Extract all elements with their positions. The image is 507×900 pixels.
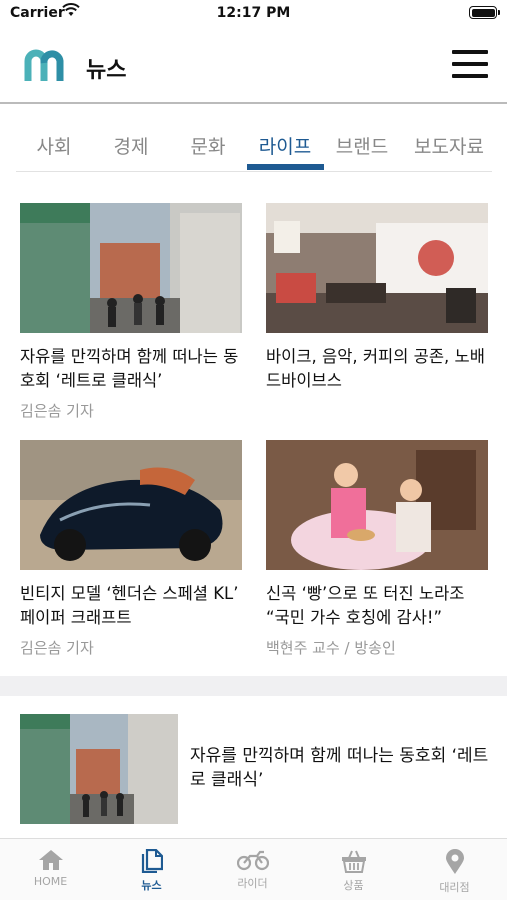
article-thumbnail [20,714,178,824]
tab-economy[interactable]: 경제 [93,132,169,159]
category-tabs: 사회 경제 문화 라이프 브랜드 보도자료 [16,120,492,172]
active-tab-indicator [247,164,324,170]
app-header: 뉴스 [0,30,507,104]
article-thumbnail [20,203,242,333]
section-divider [0,676,507,696]
nav-label: 뉴스 [141,879,162,892]
article-thumbnail [266,440,488,570]
article-title: 신곡 ‘빵’으로 또 터진 노라조 “국민 가수 호칭에 감사!” [266,584,465,627]
hamburger-menu-icon[interactable] [450,45,490,83]
tab-life[interactable]: 라이프 [247,132,323,159]
nav-dealers[interactable]: 대리점 [404,839,505,900]
nav-label: 상품 [343,879,364,892]
status-bar: Carrier 12:17 PM [0,0,507,30]
article-byline: 김은솜 기자 [20,402,94,420]
nav-home[interactable]: HOME [0,839,101,900]
article-card[interactable]: 자유를 만끽하며 함께 떠나는 동호회 ‘레트로 클래식’ 김은솜 기자 [20,203,242,421]
article-card[interactable]: 바이크, 음악, 커피의 공존, 노배드바이브스 [266,203,488,393]
bottom-navigation: HOME 뉴스 라이더 상품 대리점 [0,838,507,900]
nav-label: 대리점 [439,881,470,894]
tab-society[interactable]: 사회 [16,132,92,159]
nav-rider[interactable]: 라이더 [202,839,303,900]
list-item[interactable]: 자유를 만끽하며 함께 떠나는 동호회 ‘레트로 클래식’ [20,714,492,824]
tab-culture[interactable]: 문화 [170,132,246,159]
nav-label: 라이더 [237,877,268,890]
article-thumbnail [266,203,488,333]
article-byline: 백현주 교수 / 방송인 [266,639,396,657]
tab-brand[interactable]: 브랜드 [324,132,400,159]
article-title: 자유를 만끽하며 함께 떠나는 동호회 ‘레트로 클래식’ [190,746,489,790]
page-title: 뉴스 [86,58,127,83]
nav-label: HOME [33,875,68,888]
m-logo-icon[interactable] [24,49,70,83]
clock: 12:17 PM [216,5,291,21]
nav-news[interactable]: 뉴스 [101,839,202,900]
nav-products[interactable]: 상품 [303,839,404,900]
article-title: 빈티지 모델 ‘헨더슨 스페셜 KL’ 페이퍼 크래프트 [20,584,239,627]
article-card[interactable]: 신곡 ‘빵’으로 또 터진 노라조 “국민 가수 호칭에 감사!” 백현주 교수… [266,440,488,658]
tab-press-release[interactable]: 보도자료 [404,132,494,159]
article-title: 자유를 만끽하며 함께 떠나는 동호회 ‘레트로 클래식’ [20,347,239,390]
article-thumbnail [20,440,242,570]
motorcycle-icon [236,850,269,871]
home-icon [38,850,63,870]
news-icon [141,849,163,873]
article-byline: 김은솜 기자 [20,639,94,657]
article-title: 바이크, 음악, 커피의 공존, 노배드바이브스 [266,347,485,390]
shopping-basket-icon [341,850,366,873]
battery-icon [469,6,500,19]
location-pin-icon [445,849,464,874]
article-card[interactable]: 빈티지 모델 ‘헨더슨 스페셜 KL’ 페이퍼 크래프트 김은솜 기자 [20,440,242,658]
